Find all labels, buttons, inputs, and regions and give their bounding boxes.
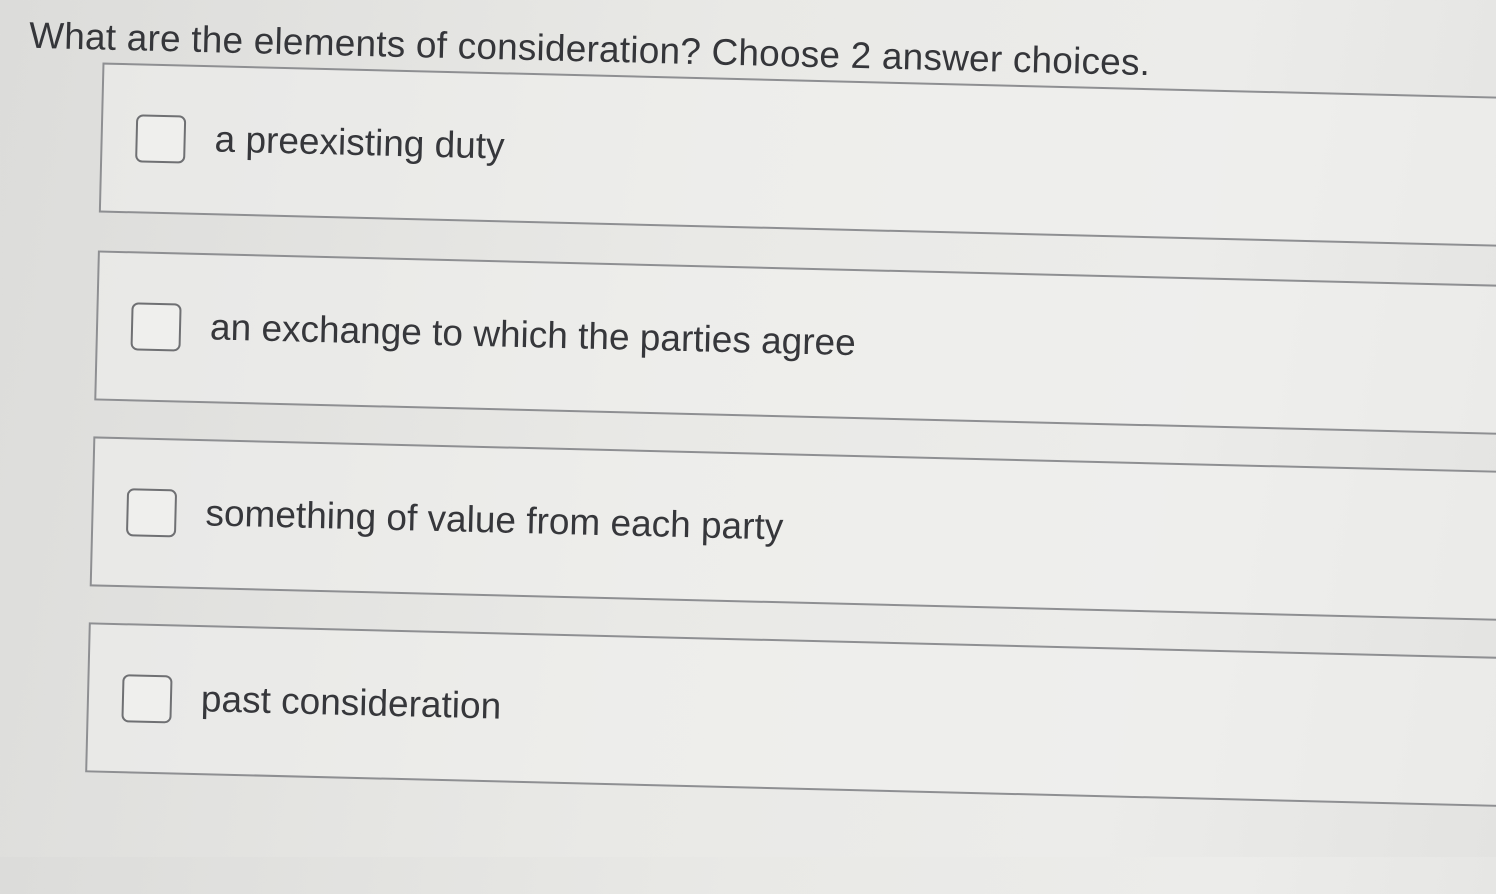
checkbox-2[interactable] bbox=[130, 302, 182, 352]
answer-choice-3[interactable]: something of value from each party bbox=[89, 436, 1496, 622]
checkbox-3[interactable] bbox=[125, 488, 178, 538]
checkbox-1[interactable] bbox=[135, 114, 187, 164]
choice-label-2: an exchange to which the parties agree bbox=[209, 306, 857, 364]
choice-label-4: past consideration bbox=[200, 678, 502, 727]
answer-choice-4[interactable]: past consideration bbox=[85, 622, 1496, 808]
answer-choice-2[interactable]: an exchange to which the parties agree bbox=[94, 250, 1496, 436]
answer-choice-1[interactable]: a preexisting duty bbox=[98, 62, 1496, 248]
question-page: What are the elements of consideration? … bbox=[0, 0, 1496, 893]
choice-label-3: something of value from each party bbox=[205, 492, 784, 548]
checkbox-4[interactable] bbox=[121, 674, 173, 724]
choice-label-1: a preexisting duty bbox=[214, 118, 506, 167]
